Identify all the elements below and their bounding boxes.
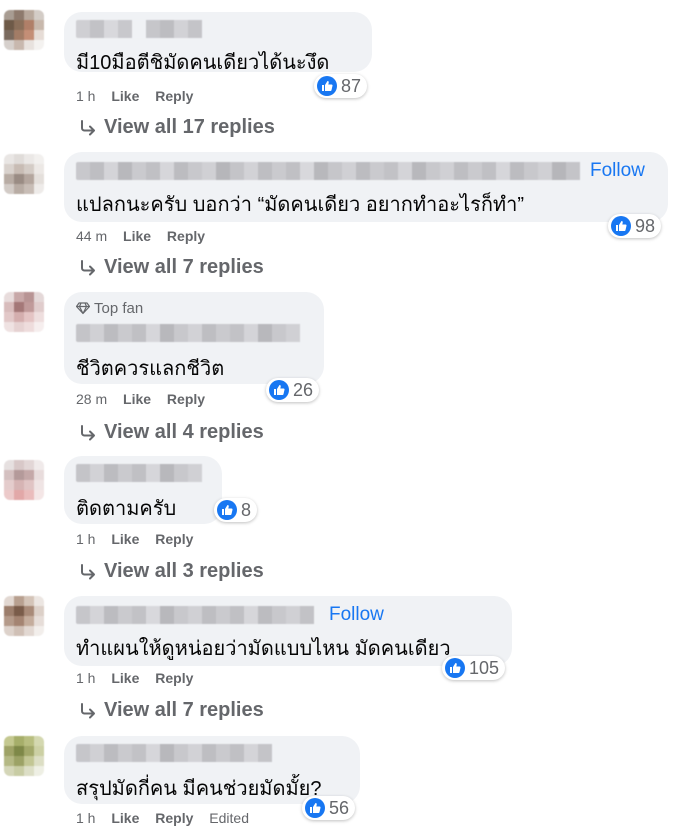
follow-button[interactable]: Follow	[329, 604, 384, 626]
view-replies-label: View all 3 replies	[104, 560, 264, 582]
thumbs-up-icon	[317, 76, 337, 96]
avatar[interactable]	[4, 10, 44, 50]
reply-button[interactable]: Reply	[155, 810, 193, 826]
reaction-number: 87	[341, 75, 362, 96]
reply-arrow-icon	[81, 424, 95, 440]
view-replies-label: View all 7 replies	[104, 256, 264, 278]
author-name[interactable]	[76, 606, 324, 624]
thumbs-up-icon	[269, 380, 289, 400]
reaction-number: 98	[635, 215, 656, 236]
timestamp[interactable]: 1 h	[76, 670, 95, 686]
reply-button[interactable]: Reply	[155, 531, 193, 547]
timestamp[interactable]: 28 m	[76, 391, 107, 407]
comment-bubble: มี10มือตีชิมัดคนเดียวได้นะงึด	[64, 12, 372, 74]
like-button[interactable]: Like	[111, 670, 139, 686]
thumbs-up-icon	[445, 658, 465, 678]
author-name[interactable]	[76, 464, 208, 482]
reply-arrow-icon	[81, 702, 95, 718]
view-replies-label: View all 4 replies	[104, 421, 264, 443]
comment-meta: 1 h Like Reply	[76, 531, 205, 547]
view-replies-link[interactable]: View all 3 replies	[78, 560, 264, 583]
reply-arrow-icon	[81, 259, 95, 275]
avatar[interactable]	[4, 292, 44, 332]
like-button[interactable]: Like	[111, 88, 139, 104]
comment-text: ติดตามครับ	[76, 498, 177, 520]
timestamp[interactable]: 1 h	[76, 88, 95, 104]
timestamp[interactable]: 1 h	[76, 810, 95, 826]
avatar[interactable]	[4, 736, 44, 776]
author-name[interactable]	[76, 324, 312, 342]
thumbs-up-icon	[611, 216, 631, 236]
comment-text: แปลกนะครับ บอกว่า “มัดคนเดียว อยากทำอะไร…	[76, 194, 525, 216]
comment-text: สรุปมัดกี่คน มีคนช่วยมัดมั้ย?	[76, 778, 322, 800]
comment-bubble: Follow แปลกนะครับ บอกว่า “มัดคนเดียว อยา…	[64, 152, 668, 222]
avatar[interactable]	[4, 460, 44, 500]
comment-meta: 1 h Like Reply	[76, 670, 205, 686]
thumbs-up-icon	[217, 500, 237, 520]
edited-label: Edited	[209, 810, 249, 826]
reaction-count[interactable]: 105	[442, 656, 506, 680]
view-replies-label: View all 17 replies	[104, 116, 275, 138]
reply-arrow-icon	[81, 563, 95, 579]
reaction-number: 56	[329, 797, 350, 818]
view-replies-link[interactable]: View all 7 replies	[78, 256, 264, 279]
reply-button[interactable]: Reply	[155, 670, 193, 686]
comment-bubble: Top fan ชีวิตควรแลกชีวิต	[64, 292, 324, 384]
author-name[interactable]	[76, 162, 586, 180]
reaction-count[interactable]: 26	[266, 378, 320, 402]
comment-bubble: Follow ทำแผนให้ดูหน่อยว่ามัดแบบไหน มัดคน…	[64, 596, 512, 666]
comment-bubble: สรุปมัดกี่คน มีคนช่วยมัดมั้ย?	[64, 736, 360, 804]
reaction-count[interactable]: 8	[214, 498, 258, 522]
reaction-number: 26	[293, 379, 314, 400]
comment-meta: 1 h Like Reply	[76, 88, 205, 104]
avatar[interactable]	[4, 154, 44, 194]
comment-meta: 28 m Like Reply	[76, 391, 217, 407]
view-replies-link[interactable]: View all 17 replies	[78, 116, 275, 139]
comment-text: มี10มือตีชิมัดคนเดียวได้นะงึด	[76, 52, 330, 74]
comment-meta: 1 h Like Reply Edited	[76, 810, 261, 826]
follow-button[interactable]: Follow	[590, 160, 645, 182]
reaction-count[interactable]: 87	[314, 74, 368, 98]
timestamp[interactable]: 44 m	[76, 228, 107, 244]
view-replies-link[interactable]: View all 4 replies	[78, 421, 264, 444]
timestamp[interactable]: 1 h	[76, 531, 95, 547]
author-name[interactable]	[76, 744, 284, 762]
author-name[interactable]	[76, 20, 210, 38]
like-button[interactable]: Like	[111, 810, 139, 826]
reply-button[interactable]: Reply	[167, 228, 205, 244]
reaction-count[interactable]: 56	[302, 796, 356, 820]
reaction-number: 8	[241, 499, 252, 520]
like-button[interactable]: Like	[123, 228, 151, 244]
thumbs-up-icon	[305, 798, 325, 818]
view-replies-link[interactable]: View all 7 replies	[78, 699, 264, 722]
top-fan-badge: Top fan	[76, 300, 143, 317]
reply-arrow-icon	[81, 119, 95, 135]
comment-text: ชีวิตควรแลกชีวิต	[76, 358, 225, 380]
reply-button[interactable]: Reply	[167, 391, 205, 407]
reaction-count[interactable]: 98	[608, 214, 662, 238]
diamond-icon	[76, 302, 90, 315]
like-button[interactable]: Like	[123, 391, 151, 407]
avatar[interactable]	[4, 596, 44, 636]
reaction-number: 105	[469, 657, 500, 678]
comment-text: ทำแผนให้ดูหน่อยว่ามัดแบบไหน มัดคนเดียว	[76, 638, 451, 660]
like-button[interactable]: Like	[111, 531, 139, 547]
top-fan-label: Top fan	[94, 300, 144, 317]
comment-meta: 44 m Like Reply	[76, 228, 217, 244]
view-replies-label: View all 7 replies	[104, 699, 264, 721]
reply-button[interactable]: Reply	[155, 88, 193, 104]
comment-bubble: ติดตามครับ	[64, 456, 222, 524]
